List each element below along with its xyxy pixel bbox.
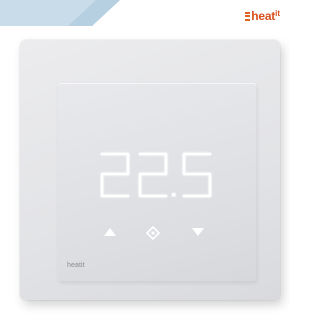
digit-1 [100,152,130,198]
power-icon[interactable] [146,226,160,240]
decimal-point [172,193,176,197]
logo-bars-icon [245,11,251,21]
product-image: heat it heatit [0,0,290,329]
down-arrow-icon[interactable] [191,227,205,237]
brand-suffix: it [275,9,280,18]
temperature-display [100,152,212,198]
brand-logo: heat it [245,8,280,24]
digit-3 [182,152,212,198]
up-arrow-icon[interactable] [103,227,117,237]
panel-brand-label: heatit [67,262,85,269]
brand-word: heat [251,9,276,23]
banner-stripe [0,0,120,26]
digit-2 [138,152,168,198]
